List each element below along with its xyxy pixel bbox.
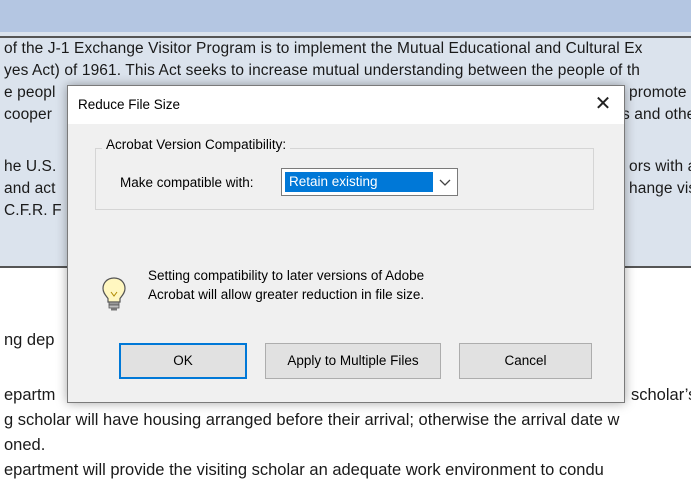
ok-button[interactable]: OK — [119, 343, 247, 379]
document-text-fragment: promote — [629, 84, 687, 101]
info-message: Setting compatibility to later versions … — [148, 266, 424, 304]
divider-line — [0, 36, 691, 38]
cancel-button[interactable]: Cancel — [459, 343, 592, 379]
document-text-line: g scholar will have housing arranged bef… — [4, 411, 620, 429]
chevron-down-icon — [439, 179, 451, 186]
document-text-line: he U.S. — [4, 158, 57, 175]
document-text-fragment: ors with a — [629, 158, 691, 175]
document-text-line: yes Act) of 1961. This Act seeks to incr… — [4, 62, 640, 79]
document-header-band — [0, 0, 691, 32]
lightbulb-icon — [102, 277, 126, 311]
document-text-line: cooper — [4, 106, 52, 123]
document-text-line: epartm — [4, 386, 56, 404]
document-text-line: and act — [4, 180, 56, 197]
document-text-line: epartment will provide the visiting scho… — [4, 461, 604, 479]
info-message-line: Setting compatibility to later versions … — [148, 268, 425, 283]
reduce-file-size-dialog: Reduce File Size ✕ Acrobat Version Compa… — [67, 85, 625, 403]
document-text-fragment: scholar’s — [631, 386, 691, 404]
dialog-title: Reduce File Size — [78, 97, 181, 112]
dialog-title-bar[interactable]: Reduce File Size ✕ — [68, 86, 624, 124]
info-message-line: Acrobat will allow greater reduction in … — [148, 287, 425, 302]
document-text-line: of the J-1 Exchange Visitor Program is t… — [4, 40, 643, 57]
compatibility-label: Make compatible with: — [120, 175, 254, 190]
document-text-line: ng dep — [4, 331, 55, 349]
document-text-fragment: s and othe — [622, 106, 691, 123]
apply-to-multiple-files-button[interactable]: Apply to Multiple Files — [265, 343, 441, 379]
compatibility-group-label: Acrobat Version Compatibility: — [102, 137, 291, 152]
compatibility-selected-value: Retain existing — [285, 172, 433, 192]
document-text-line: e peopl — [4, 84, 56, 101]
document-text-fragment: hange visi — [629, 180, 691, 197]
close-icon: ✕ — [594, 93, 612, 115]
compatibility-dropdown[interactable]: Retain existing — [281, 168, 458, 196]
close-button[interactable]: ✕ — [588, 90, 618, 118]
document-text-line: oned. — [4, 436, 46, 454]
document-text-line: C.F.R. F — [4, 202, 62, 219]
